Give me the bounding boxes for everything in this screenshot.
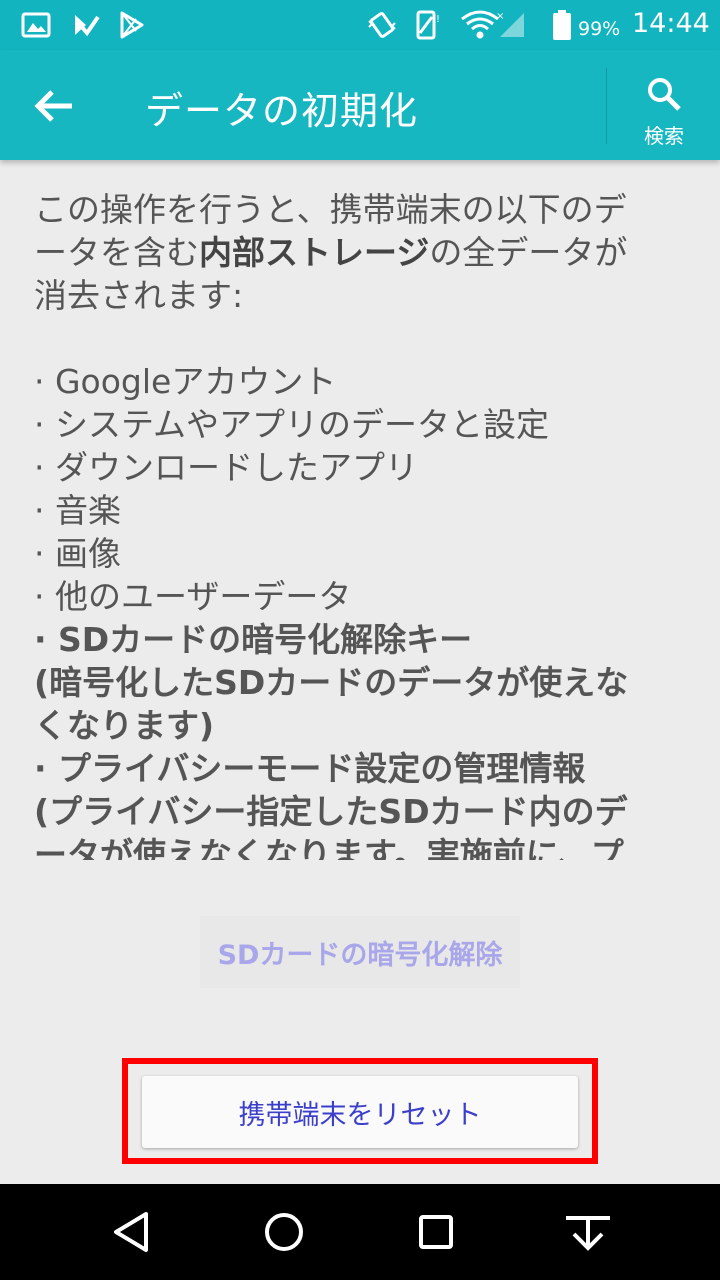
recents-square-icon[interactable] <box>406 1202 466 1262</box>
description-scroll[interactable]: この操作を行うと、携帯端末の以下のデ ータを含む内部ストレージの全データが 消去… <box>0 160 720 860</box>
svg-text:×: × <box>496 11 504 22</box>
search-label: 検索 <box>644 124 684 148</box>
list-item: · 音楽 <box>34 491 121 530</box>
app-bar-divider <box>606 68 607 144</box>
back-arrow-icon <box>34 90 72 122</box>
reset-device-button[interactable]: 携帯端末をリセット <box>142 1076 578 1148</box>
download-check-icon <box>75 15 100 37</box>
intro-text-line: 消去されます: <box>34 276 244 315</box>
list-item-bold: · SDカードの暗号化解除キー <box>34 620 473 659</box>
search-icon <box>648 78 681 111</box>
sd-decrypt-button[interactable]: SDカードの暗号化解除 <box>200 916 520 988</box>
list-item-bold: くなります) <box>34 706 215 745</box>
home-circle-icon[interactable] <box>254 1202 314 1262</box>
gallery-icon <box>21 12 51 38</box>
intro-text-line: この操作を行うと、携帯端末の以下のデ <box>34 190 627 229</box>
list-item: · 画像 <box>34 534 121 573</box>
wifi-icon <box>461 10 499 39</box>
list-item-bold: (暗号化したSDカードのデータが使えな <box>34 663 629 702</box>
search-button[interactable]: 検索 <box>624 70 704 150</box>
status-clock: 14:44 <box>632 8 710 39</box>
list-item: · システムやアプリのデータと設定 <box>34 405 549 444</box>
back-triangle-icon[interactable] <box>102 1202 162 1262</box>
list-item: · Googleアカウント <box>34 362 337 401</box>
battery-percent: 99% <box>578 18 621 40</box>
no-sim-icon: ! <box>416 10 440 40</box>
battery-icon <box>553 10 571 40</box>
signal-icon: × <box>496 11 524 37</box>
intro-text-line: ータを含む内部ストレージの全データが <box>34 233 628 272</box>
list-item-bold: · プライバシーモード設定の管理情報 <box>34 749 586 788</box>
svg-text:!: ! <box>436 14 440 25</box>
app-bar: データの初期化 検索 <box>0 50 720 160</box>
list-item-bold: (プライバシー指定したSDカード内のデ <box>34 792 628 831</box>
vibrate-icon <box>368 12 396 38</box>
list-item-bold: ータが使えなくなります。実施前に、プ <box>34 835 624 860</box>
list-item: · ダウンロードしたアプリ <box>34 448 418 487</box>
status-bar: ! × 99% 14:44 <box>0 0 720 50</box>
play-store-icon <box>120 11 144 39</box>
internal-storage-emphasis: 内部ストレージ <box>199 233 430 272</box>
back-button[interactable] <box>20 74 92 138</box>
page-title: データの初期化 <box>145 89 419 133</box>
navigation-bar <box>0 1184 720 1280</box>
notification-pull-icon[interactable] <box>558 1202 618 1262</box>
list-item: · 他のユーザーデータ <box>34 577 352 616</box>
